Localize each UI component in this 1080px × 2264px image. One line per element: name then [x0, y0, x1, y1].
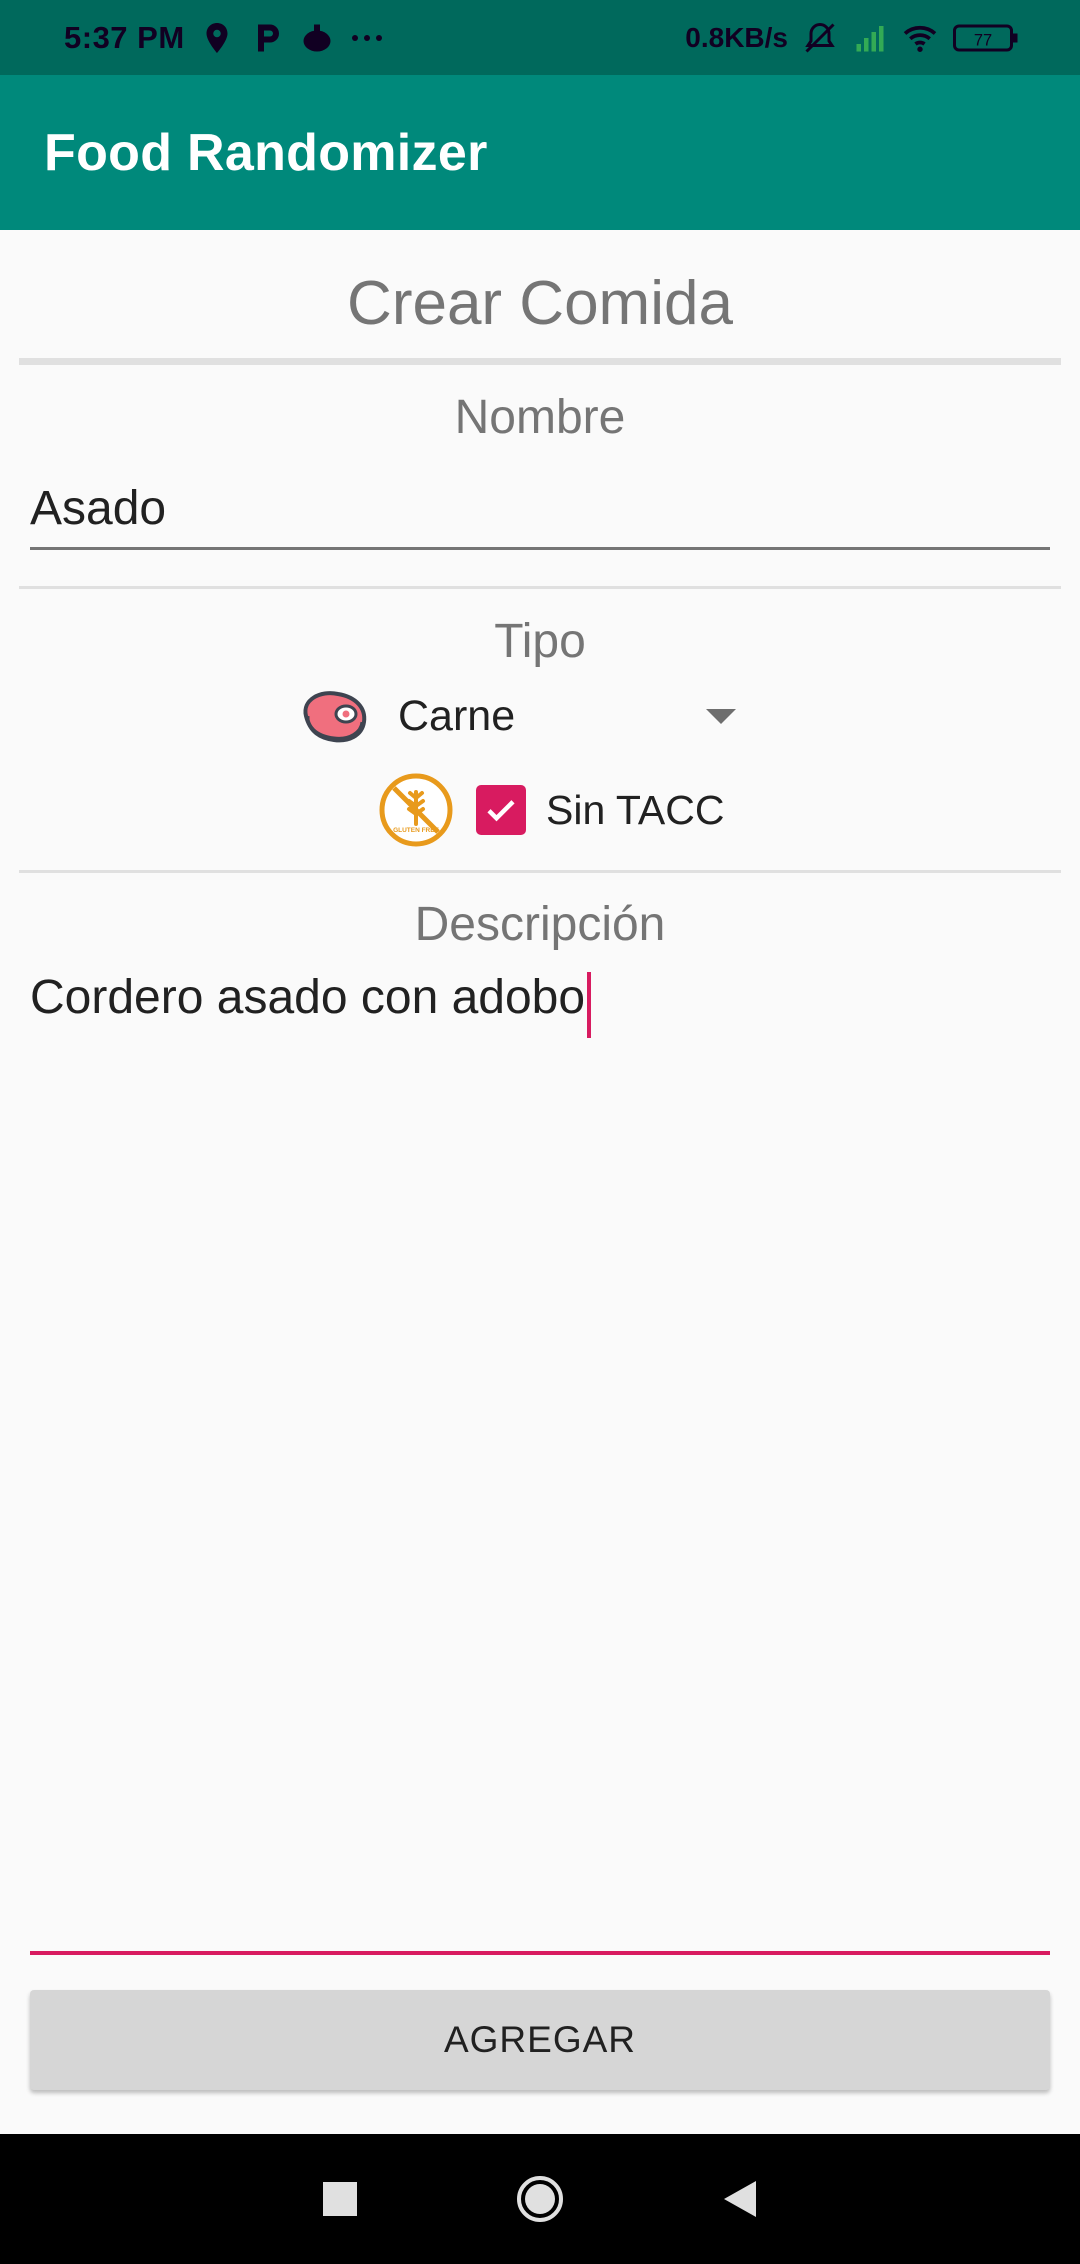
- sin-tacc-row: GLUTEN FREE Sin TACC: [378, 770, 724, 850]
- descripcion-text: Cordero asado con adobo: [30, 971, 586, 1024]
- tipo-selected-value: Carne: [398, 691, 516, 740]
- recents-square-icon[interactable]: [310, 2169, 370, 2229]
- app-title: Food Randomizer: [44, 123, 488, 182]
- battery-level: 77: [974, 31, 992, 49]
- tipo-label: Tipo: [494, 615, 586, 668]
- mute-icon: [802, 20, 838, 56]
- sin-tacc-label[interactable]: Sin TACC: [546, 787, 724, 834]
- gluten-free-badge-text: GLUTEN FREE: [393, 827, 440, 834]
- more-dots-icon: [349, 20, 385, 56]
- location-icon: [199, 20, 235, 56]
- navigation-bar: [0, 2134, 1080, 2264]
- sin-tacc-checkbox[interactable]: [476, 785, 526, 835]
- network-rate: 0.8KB/s: [685, 21, 788, 53]
- text-cursor: [587, 971, 592, 1038]
- status-right: 0.8KB/s 77: [685, 20, 1020, 56]
- signal-icon: [852, 20, 888, 56]
- page-title: Crear Comida: [347, 269, 733, 338]
- agregar-button[interactable]: AGREGAR: [30, 1990, 1050, 2090]
- tipo-divider: [19, 870, 1061, 873]
- status-left: 5:37 PM: [64, 20, 385, 56]
- descripcion-label: Descripción: [414, 898, 666, 951]
- nombre-label: Nombre: [454, 391, 626, 444]
- nombre-divider: [19, 586, 1061, 589]
- parking-icon: [249, 20, 285, 56]
- status-time: 5:37 PM: [64, 19, 185, 55]
- notification-app-icon: [299, 20, 335, 56]
- gluten-free-icon: GLUTEN FREE: [378, 772, 454, 848]
- status-bar: 5:37 PM 0.8KB/s 77: [0, 0, 1080, 75]
- app-bar: Food Randomizer: [0, 75, 1080, 230]
- home-circle-icon[interactable]: [510, 2169, 570, 2229]
- tipo-spinner[interactable]: Carne: [298, 683, 748, 749]
- back-triangle-icon[interactable]: [710, 2169, 770, 2229]
- check-icon: [487, 800, 515, 822]
- nombre-input[interactable]: Asado: [30, 470, 1050, 550]
- meat-steak-icon: [298, 686, 370, 746]
- descripcion-input[interactable]: Cordero asado con adobo: [30, 970, 1050, 1955]
- screen: 5:37 PM 0.8KB/s 77 Food Randomizer Crear…: [0, 0, 1080, 2264]
- title-divider: [19, 358, 1061, 365]
- wifi-icon: [902, 20, 938, 56]
- battery-icon: 77: [952, 20, 1020, 56]
- dropdown-arrow-icon: [706, 708, 736, 724]
